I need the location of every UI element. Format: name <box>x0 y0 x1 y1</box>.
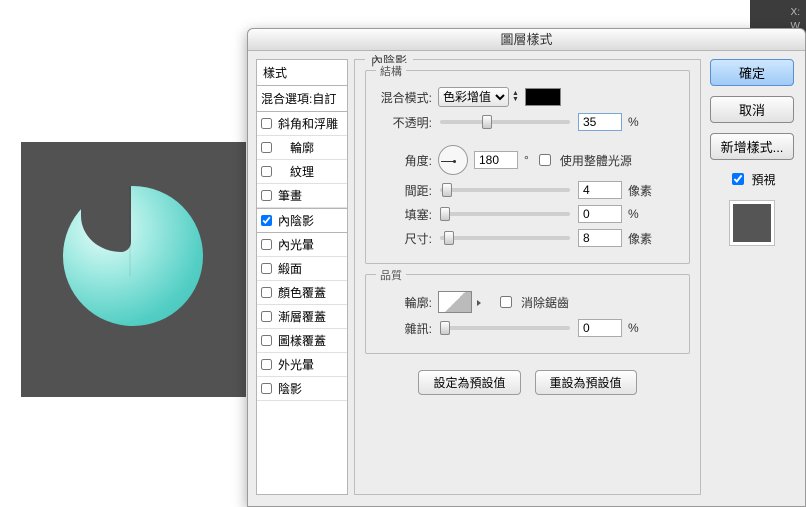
style-row-4[interactable]: 內陰影 <box>257 208 347 233</box>
shadow-color-swatch[interactable] <box>525 88 561 106</box>
style-label-4: 內陰影 <box>278 212 314 229</box>
degree-unit: ° <box>524 153 529 167</box>
style-checkbox-3[interactable] <box>261 190 272 201</box>
canvas-preview <box>21 142 246 397</box>
style-label-11: 陰影 <box>278 380 302 397</box>
style-label-7: 顏色覆蓋 <box>278 284 326 301</box>
style-checkbox-1[interactable] <box>261 142 272 153</box>
opacity-input[interactable] <box>578 113 622 131</box>
new-style-button[interactable]: 新增樣式... <box>710 133 794 160</box>
size-input[interactable] <box>578 229 622 247</box>
style-label-1: 輪廓 <box>278 139 314 156</box>
global-light-label: 使用整體光源 <box>560 152 632 169</box>
style-label-3: 筆畫 <box>278 187 302 204</box>
style-row-5[interactable]: 內光暈 <box>257 233 347 257</box>
noise-label: 雜訊: <box>376 320 432 337</box>
cancel-button[interactable]: 取消 <box>710 96 794 123</box>
style-checkbox-2[interactable] <box>261 166 272 177</box>
style-row-7[interactable]: 顏色覆蓋 <box>257 281 347 305</box>
quality-legend: 品質 <box>376 267 406 283</box>
blend-mode-label: 混合模式: <box>376 89 432 106</box>
antialias-label: 消除鋸齒 <box>521 294 569 311</box>
noise-input[interactable] <box>578 319 622 337</box>
style-checkbox-10[interactable] <box>261 359 272 370</box>
antialias-checkbox[interactable] <box>500 296 512 308</box>
dialog-right-column: 確定 取消 新增樣式... 預視 <box>707 59 797 495</box>
style-row-1[interactable]: 輪廓 <box>257 136 347 160</box>
preview-swatch <box>729 200 775 246</box>
angle-input[interactable] <box>474 151 518 169</box>
reset-default-button[interactable]: 重設為預設值 <box>535 370 637 395</box>
blend-mode-select[interactable]: 色彩增值 <box>438 87 509 107</box>
noise-slider[interactable] <box>440 326 570 330</box>
distance-label: 間距: <box>376 182 432 199</box>
angle-dial[interactable] <box>438 145 468 175</box>
structure-group: 結構 混合模式: 色彩增值 ▲▼ 不透明: <box>365 70 690 264</box>
style-label-9: 圖樣覆蓋 <box>278 332 326 349</box>
distance-input[interactable] <box>578 181 622 199</box>
style-row-10[interactable]: 外光暈 <box>257 353 347 377</box>
style-row-11[interactable]: 陰影 <box>257 377 347 401</box>
style-row-9[interactable]: 圖樣覆蓋 <box>257 329 347 353</box>
style-checkbox-9[interactable] <box>261 335 272 346</box>
style-list-header[interactable]: 樣式 <box>257 60 347 86</box>
opacity-slider[interactable] <box>440 120 570 124</box>
style-label-2: 紋理 <box>278 163 314 180</box>
choke-label: 填塞: <box>376 206 432 223</box>
style-checkbox-5[interactable] <box>261 239 272 250</box>
style-row-6[interactable]: 緞面 <box>257 257 347 281</box>
style-row-3[interactable]: 筆畫 <box>257 184 347 208</box>
preview-label: 預視 <box>751 171 775 188</box>
style-checkbox-11[interactable] <box>261 383 272 394</box>
settings-panel: 內陰影 結構 混合模式: 色彩增值 ▲▼ 不透明: <box>354 59 701 495</box>
style-label-6: 緞面 <box>278 260 302 277</box>
percent-unit: % <box>628 115 639 129</box>
style-label-8: 漸層覆蓋 <box>278 308 326 325</box>
style-checkbox-4[interactable] <box>261 215 272 226</box>
dialog-title: 圖層樣式 <box>248 29 805 51</box>
style-label-0: 斜角和浮雕 <box>278 115 338 132</box>
style-checkbox-8[interactable] <box>261 311 272 322</box>
opacity-label: 不透明: <box>376 114 432 131</box>
style-row-0[interactable]: 斜角和浮雕 <box>257 112 347 136</box>
ok-button[interactable]: 確定 <box>710 59 794 86</box>
size-slider[interactable] <box>440 236 570 240</box>
contour-picker[interactable] <box>438 291 472 313</box>
contour-label: 輪廓: <box>376 294 432 311</box>
choke-input[interactable] <box>578 205 622 223</box>
make-default-button[interactable]: 設定為預設值 <box>418 370 520 395</box>
choke-slider[interactable] <box>440 212 570 216</box>
dropdown-arrows-icon: ▲▼ <box>512 91 519 103</box>
quality-group: 品質 輪廓: 消除鋸齒 雜訊: % <box>365 274 690 354</box>
style-checkbox-7[interactable] <box>261 287 272 298</box>
structure-legend: 結構 <box>376 63 406 79</box>
style-list: 樣式 混合選項:自訂 斜角和浮雕輪廓紋理筆畫內陰影內光暈緞面顏色覆蓋漸層覆蓋圖樣… <box>256 59 348 495</box>
style-label-5: 內光暈 <box>278 236 314 253</box>
size-label: 尺寸: <box>376 230 432 247</box>
distance-slider[interactable] <box>440 188 570 192</box>
global-light-checkbox[interactable] <box>539 154 551 166</box>
style-checkbox-6[interactable] <box>261 263 272 274</box>
style-checkbox-0[interactable] <box>261 118 272 129</box>
style-label-10: 外光暈 <box>278 356 314 373</box>
style-row-8[interactable]: 漸層覆蓋 <box>257 305 347 329</box>
style-row-2[interactable]: 紋理 <box>257 160 347 184</box>
angle-label: 角度: <box>376 152 432 169</box>
preview-checkbox[interactable] <box>732 173 744 185</box>
blend-options-row[interactable]: 混合選項:自訂 <box>257 86 347 112</box>
layer-style-dialog: 圖層樣式 樣式 混合選項:自訂 斜角和浮雕輪廓紋理筆畫內陰影內光暈緞面顏色覆蓋漸… <box>247 28 806 507</box>
